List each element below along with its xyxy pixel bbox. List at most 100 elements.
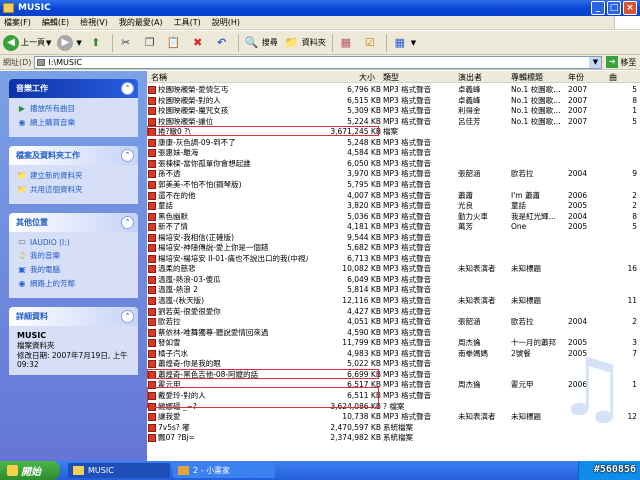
file-row[interactable]: 校園映襯榮-愛情乞丐 6,796 KB MP3 格式聲音 卓義峰 No.1 校園歌… 20… xyxy=(147,85,640,94)
file-row[interactable]: 康康-灰色調-09-到不了 5,248 KB MP3 格式聲音 xyxy=(147,138,640,147)
file-row[interactable]: 校園映襯榮-魔咒女孩 5,309 KB MP3 格式聲音 利得金 No.1 校園歌… 20… xyxy=(147,106,640,116)
file-size: 5,682 KB xyxy=(347,243,381,253)
up-folder-button[interactable]: ⬆ xyxy=(88,35,106,51)
file-row[interactable]: 蔡依林-唯舞獨尊-聽說愛情回來過 4,590 KB MP3 格式聲音 xyxy=(147,328,640,337)
column-name[interactable]: 名稱 xyxy=(151,72,167,83)
column-year[interactable]: 年份 xyxy=(568,72,584,83)
maximize-button[interactable]: □ xyxy=(607,1,621,15)
up-folder-icon: ⬆ xyxy=(91,35,101,49)
menu-tools[interactable]: 工具(T) xyxy=(174,17,201,28)
column-artist[interactable]: 演出者 xyxy=(458,72,482,83)
chevron-down-icon[interactable]: ▼ xyxy=(589,56,602,68)
file-tasks-header[interactable]: 檔案及資料夾工作 ⌃ xyxy=(9,146,138,165)
file-row[interactable]: 還不在的他 4,007 KB MP3 格式聲音 蕭蕭 I'm 蕭蕭 2006 2 xyxy=(147,191,640,200)
undo-button[interactable]: ↶ xyxy=(214,35,232,51)
taskbar-item-paint[interactable]: 2 - 小畫家 xyxy=(173,463,275,478)
folders-button[interactable]: 📁 資料夾 xyxy=(284,35,326,51)
file-type: MP3 格式聲音 xyxy=(383,116,432,126)
file-type: MP3 格式聲音 xyxy=(383,190,432,200)
search-button[interactable]: 🔍 搜尋 xyxy=(244,35,278,51)
collapse-icon[interactable]: ⌃ xyxy=(121,216,134,229)
file-name: 還不在的他 xyxy=(158,190,196,200)
chevron-down-icon[interactable]: ▼ xyxy=(76,39,81,47)
file-row[interactable]: 歐若拉 4,051 KB MP3 格式聲音 張韶涵 歐若拉 2004 2 xyxy=(147,317,640,327)
buy-music-link[interactable]: ◉ 網上購買音樂 xyxy=(17,117,132,128)
chevron-down-icon[interactable]: ▼ xyxy=(411,39,416,47)
file-row[interactable]: 張惠妹-離海 4,584 KB MP3 格式聲音 xyxy=(147,148,640,158)
file-artist: 呂佳芳 xyxy=(458,116,481,126)
collapse-icon[interactable]: ⌃ xyxy=(121,149,134,162)
move-to-button[interactable]: ▦ xyxy=(338,35,356,51)
start-button[interactable]: 開始 xyxy=(0,461,60,480)
taskbar-item-music[interactable]: MUSIC xyxy=(68,463,170,478)
file-row[interactable]: 楊培安-我相信(正確版) 9,544 KB MP3 格式聲音 xyxy=(147,233,640,242)
file-row[interactable]: 孫不透 3,970 KB MP3 格式聲音 張韶涵 歐若拉 2004 9 xyxy=(147,169,640,179)
close-button[interactable]: × xyxy=(623,1,637,15)
chevron-down-icon[interactable]: ▼ xyxy=(46,39,51,47)
column-album[interactable]: 專輯標題 xyxy=(511,72,543,83)
menu-edit[interactable]: 編輯(E) xyxy=(42,17,69,28)
minimize-button[interactable]: _ xyxy=(591,1,605,15)
play-all-link[interactable]: ▶ 播放所有曲目 xyxy=(17,103,132,114)
file-row[interactable]: 楊培安-神隱傳說-愛上你是一個錯 5,682 KB MP3 格式聲音 xyxy=(147,243,640,253)
file-size: 4,051 KB xyxy=(347,317,381,327)
file-album: I'm 蕭蕭 xyxy=(511,190,540,200)
file-row[interactable]: 新不了情 4,181 KB MP3 格式聲音 萬芳 One 2005 5 xyxy=(147,222,640,232)
network-places-link[interactable]: ◉ 網路上的芳鄰 xyxy=(17,278,132,289)
file-track: 5 xyxy=(632,116,637,126)
file-row[interactable]: 溫柔的慈悲 10,082 KB MP3 格式聲音 未知表演者 未知標題 16 xyxy=(147,264,640,274)
menu-file[interactable]: 檔案(F) xyxy=(4,17,31,28)
my-music-link[interactable]: ♫ 我的音樂 xyxy=(17,250,132,261)
menu-favorites[interactable]: 我的最愛(A) xyxy=(119,17,163,28)
my-computer-link[interactable]: ▣ 我的電腦 xyxy=(17,264,132,275)
file-type: MP3 格式聲音 xyxy=(383,137,432,147)
file-row[interactable]: 飄07 ?Bj= 2,374,982 KB 系統檔案 xyxy=(147,433,640,443)
other-places-header[interactable]: 其他位置 ⌃ xyxy=(9,213,138,232)
file-row[interactable]: 郭美美-不怕不怕(鋼琴版) 5,795 KB MP3 格式聲音 xyxy=(147,180,640,189)
file-row[interactable]: 溫嵐-熱浪 2 5,814 KB MP3 格式聲音 xyxy=(147,285,640,295)
file-size: 6,713 KB xyxy=(347,253,381,263)
back-button[interactable]: ◀ 上一頁 ▼ xyxy=(3,34,51,51)
music-tasks-header[interactable]: 音樂工作 ⌃ xyxy=(9,79,138,98)
forward-button[interactable]: ▶ ▼ xyxy=(57,34,82,51)
new-folder-link[interactable]: 📁 建立新的資料夾 xyxy=(17,170,132,181)
file-type: MP3 格式聲音 xyxy=(383,169,432,179)
file-row[interactable]: 楊培安-楊培安 II-01-痛也不說出口的我(中視八… 6,713 KB MP3 格… xyxy=(147,254,640,263)
file-name: 校園映襯榮-魔咒女孩 xyxy=(158,106,229,116)
go-button[interactable]: ➜ 移至 xyxy=(606,56,636,68)
menu-view[interactable]: 檢視(V) xyxy=(80,17,108,28)
views-button[interactable]: ▦ ▼ xyxy=(392,35,417,51)
copy-to-button[interactable]: ☑ xyxy=(362,35,380,51)
collapse-icon[interactable]: ⌃ xyxy=(121,82,134,95)
file-album: No.1 校園歌… xyxy=(511,116,561,126)
file-list[interactable]: 名稱 大小 類型 演出者 專輯標題 年份 曲 校園映襯榮-愛情乞丐 6,796 K… xyxy=(147,71,640,461)
audio-file-icon xyxy=(148,202,156,211)
file-row[interactable]: 校園映襯榮-讓位 5,224 KB MP3 格式聲音 呂佳芳 No.1 校園歌… 2007… xyxy=(147,117,640,126)
file-row[interactable]: 張棟樑-當你孤單你會想起誰 6,050 KB MP3 格式聲音 xyxy=(147,159,640,168)
file-row[interactable]: 童話 3,820 KB MP3 格式聲音 光良 童話 2005 2 xyxy=(147,201,640,211)
file-row[interactable]: 黑色幽默 5,036 KB MP3 格式聲音 勤力火車 我是紅光輝… 2004 8 xyxy=(147,212,640,221)
delete-button[interactable]: ✖ xyxy=(190,35,208,51)
toolbar-separator xyxy=(331,33,333,52)
share-folder-link[interactable]: 📁 共用這個資料夾 xyxy=(17,184,132,195)
copy-button[interactable]: ❐ xyxy=(142,35,160,51)
address-input[interactable]: I:\MUSIC ▼ xyxy=(34,55,603,69)
file-size: 6,796 KB xyxy=(347,85,381,94)
cut-button[interactable]: ✂ xyxy=(118,35,136,51)
title-bar[interactable]: MUSIC _ □ × xyxy=(0,0,640,16)
drive-link[interactable]: ▭ IAUDIO (I:) xyxy=(17,237,132,247)
file-row[interactable]: 校園映襯榮-對的人 6,515 KB MP3 格式聲音 卓義峰 No.1 校園歌… 200… xyxy=(147,96,640,105)
details-header[interactable]: 詳細資料 ⌃ xyxy=(9,307,138,326)
paste-button[interactable]: 📋 xyxy=(166,35,184,51)
menu-help[interactable]: 說明(H) xyxy=(212,17,240,28)
file-album: No.1 校園歌… xyxy=(511,95,561,105)
column-track[interactable]: 曲 xyxy=(609,72,617,83)
file-row[interactable]: 溫嵐-熱浪-03-傻瓜 6,049 KB MP3 格式聲音 xyxy=(147,275,640,284)
file-row[interactable]: 溫嵐-(秋天版) 12,116 KB MP3 格式聲音 未知表演者 未知標題 11 xyxy=(147,296,640,305)
file-track: 16 xyxy=(627,264,637,274)
column-type[interactable]: 類型 xyxy=(383,72,399,83)
file-row[interactable]: 劉若英-很愛很愛你 4,427 KB MP3 格式聲音 xyxy=(147,307,640,316)
collapse-icon[interactable]: ⌃ xyxy=(121,310,134,323)
file-type: MP3 格式聲音 xyxy=(383,348,432,358)
column-size[interactable]: 大小 xyxy=(359,72,375,83)
